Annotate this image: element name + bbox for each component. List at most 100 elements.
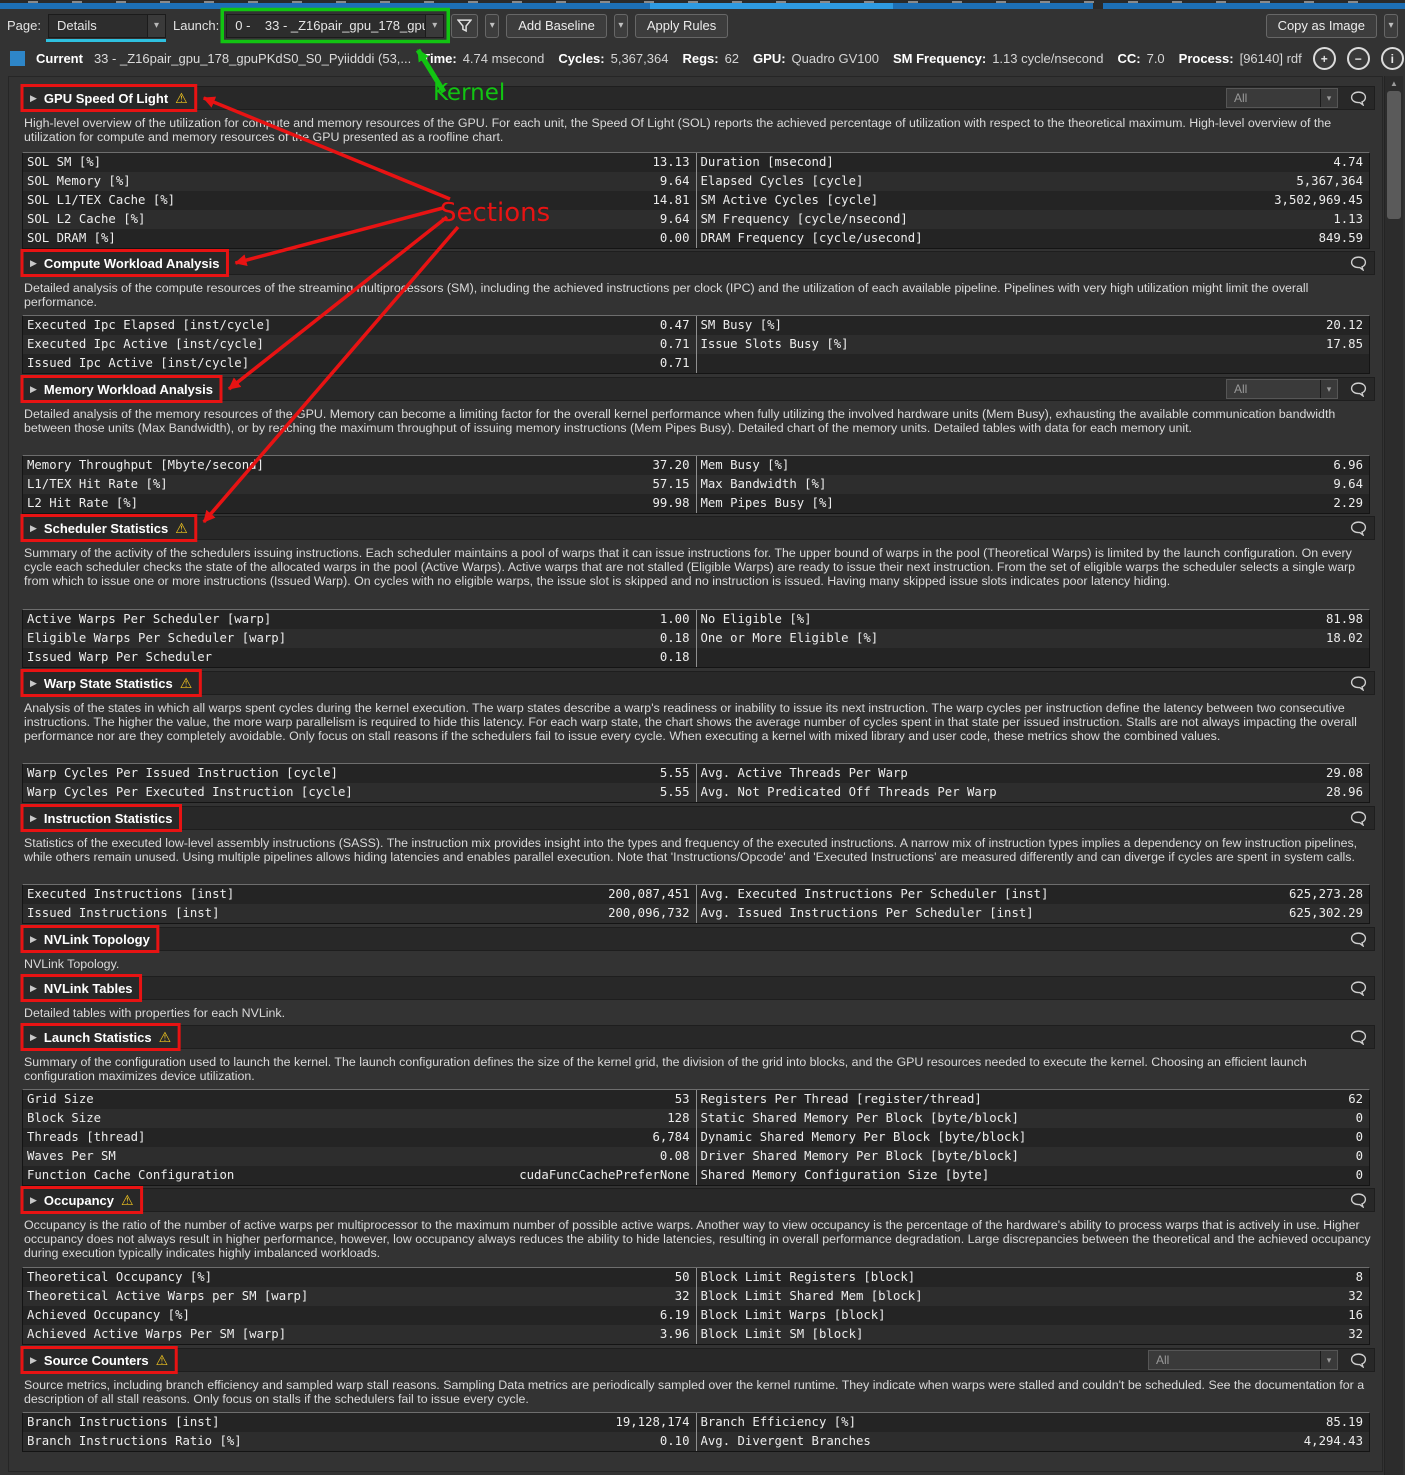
body-filter-dropdown[interactable]: All ▾ [1148,1350,1338,1370]
section-description: Statistics of the executed low-level ass… [24,836,1372,864]
table-row: L2 Hit Rate [%]99.98Mem Pipes Busy [%]2.… [23,494,1369,513]
comment-icon[interactable] [1350,981,1367,996]
chevron-down-icon: ▾ [618,20,623,31]
table-row: Eligible Warps Per Scheduler [warp]0.18O… [23,629,1369,648]
metric-value: 200,096,732 [598,904,689,923]
expander-triangle-icon[interactable]: ▶ [30,259,37,268]
section-title-box: ▶ Warp State Statistics ⚠ [30,676,192,691]
table-row: Waves Per SM0.08Driver Shared Memory Per… [23,1147,1369,1166]
current-label: Current [36,51,83,66]
section-header[interactable]: ▶ NVLink Topology [22,927,1375,951]
comment-icon[interactable] [1350,676,1367,691]
section-header[interactable]: ▶ Occupancy ⚠ [22,1188,1375,1212]
metric-value: 62 [1338,1090,1363,1109]
expander-triangle-icon[interactable]: ▶ [30,1196,37,1205]
section-title-box: ▶ Scheduler Statistics ⚠ [30,521,188,536]
section-title-box: ▶ Memory Workload Analysis [30,382,213,397]
comment-icon[interactable] [1350,91,1367,106]
comment-icon[interactable] [1350,932,1367,947]
metric-value [1353,354,1363,373]
expander-triangle-icon[interactable]: ▶ [30,94,37,103]
metric-value: 9.64 [1323,475,1363,494]
table-row: SOL L1/TEX Cache [%]14.81SM Active Cycle… [23,191,1369,210]
kernel-stats: Time:4.74 msecondCycles:5,367,364Regs:62… [422,51,1302,66]
metric-name: Mem Pipes Busy [%] [701,494,834,513]
stat-label: Time: [422,51,456,66]
metrics-table: Theoretical Occupancy [%]50Block Limit R… [22,1267,1370,1345]
expander-triangle-icon[interactable]: ▶ [30,524,37,533]
scrollbar-thumb[interactable] [1387,91,1401,219]
comment-icon[interactable] [1350,256,1367,271]
metric-name: L2 Hit Rate [%] [27,494,138,513]
stat-label: CC: [1117,51,1140,66]
expander-triangle-icon[interactable]: ▶ [30,385,37,394]
launch-kernel-select[interactable]: 0 - 33 - _Z16pair_gpu_178_gpu ▾ [226,14,444,38]
metric-name: Theoretical Occupancy [%] [27,1268,212,1287]
metric-name: Registers Per Thread [register/thread] [701,1090,982,1109]
add-baseline-dropdown-button[interactable]: ▾ [614,14,628,38]
metric-name: Executed Ipc Elapsed [inst/cycle] [27,316,271,335]
section-header[interactable]: ▶ Compute Workload Analysis [22,251,1375,275]
expander-triangle-icon[interactable]: ▶ [30,935,37,944]
metric-name: Threads [thread] [27,1128,145,1147]
expander-triangle-icon[interactable]: ▶ [30,814,37,823]
filter-button[interactable] [451,14,478,38]
comment-icon[interactable] [1350,1030,1367,1045]
section-header[interactable]: ▶ Memory Workload Analysis All ▾ [22,377,1375,401]
section-description: Summary of the activity of the scheduler… [24,546,1372,589]
metric-value: 6,784 [642,1128,689,1147]
metric-value: 32 [1338,1325,1363,1344]
section-header[interactable]: ▶ Warp State Statistics ⚠ [22,671,1375,695]
metric-name: SM Active Cycles [cycle] [701,191,879,210]
section-header[interactable]: ▶ Source Counters ⚠ All ▾ [22,1348,1375,1372]
copy-as-image-dropdown-button[interactable]: ▾ [1384,14,1398,38]
zoom-out-button[interactable]: − [1347,47,1370,70]
section-title: Scheduler Statistics [44,521,168,536]
section-header[interactable]: ▶ NVLink Tables [22,976,1375,1000]
metrics-table: Executed Ipc Elapsed [inst/cycle]0.47SM … [22,315,1370,374]
expander-triangle-icon[interactable]: ▶ [30,1033,37,1042]
metric-name: Block Limit Registers [block] [701,1268,916,1287]
body-filter-dropdown[interactable]: All ▾ [1226,379,1338,399]
copy-as-image-button[interactable]: Copy as Image [1266,14,1377,38]
expander-triangle-icon[interactable]: ▶ [30,679,37,688]
comment-icon[interactable] [1350,1353,1367,1368]
page-label: Page: [7,18,41,33]
section-title-box: ▶ Source Counters ⚠ [30,1353,168,1368]
metric-name: Avg. Issued Instructions Per Scheduler [… [701,904,1034,923]
add-baseline-button[interactable]: Add Baseline [506,14,607,38]
comment-icon[interactable] [1350,521,1367,536]
metric-name: Branch Instructions Ratio [%] [27,1432,242,1451]
section-title: Memory Workload Analysis [44,382,213,397]
comment-icon[interactable] [1350,811,1367,826]
metric-value: 0.18 [650,648,690,667]
apply-rules-button[interactable]: Apply Rules [635,14,728,38]
section-title: GPU Speed Of Light [44,91,168,106]
filter-dropdown-button[interactable]: ▾ [485,14,499,38]
metric-name: Warp Cycles Per Executed Instruction [cy… [27,783,353,802]
info-button[interactable]: i [1381,47,1404,70]
metric-value: 3.96 [650,1325,690,1344]
comment-icon[interactable] [1350,382,1367,397]
section-header[interactable]: ▶ Launch Statistics ⚠ [22,1025,1375,1049]
section-header[interactable]: ▶ GPU Speed Of Light ⚠ All ▾ [22,86,1375,110]
page-select[interactable]: Details ▾ [48,14,166,38]
section-header[interactable]: ▶ Scheduler Statistics ⚠ [22,516,1375,540]
metric-value: 32 [665,1287,690,1306]
section-description: Detailed analysis of the memory resource… [24,407,1372,435]
scroll-up-icon[interactable]: ▲ [1385,77,1403,90]
section-header[interactable]: ▶ Instruction Statistics [22,806,1375,830]
comment-icon[interactable] [1350,1193,1367,1208]
metric-value: 18.02 [1316,629,1363,648]
body-filter-value: All [1227,380,1320,398]
zoom-in-button[interactable]: + [1313,47,1336,70]
expander-triangle-icon[interactable]: ▶ [30,1356,37,1365]
metric-value: 1.00 [650,610,690,629]
kernel-stat: CC:7.0 [1117,51,1164,66]
kernel-name: 33 - _Z16pair_gpu_178_gpuPKdS0_S0_Pyiidd… [94,51,411,66]
expander-triangle-icon[interactable]: ▶ [30,984,37,993]
scrollbar[interactable]: ▲ [1384,76,1403,1475]
table-row: Achieved Occupancy [%]6.19Block Limit Wa… [23,1306,1369,1325]
metric-name: Issue Slots Busy [%] [701,335,849,354]
body-filter-dropdown[interactable]: All ▾ [1226,88,1338,108]
